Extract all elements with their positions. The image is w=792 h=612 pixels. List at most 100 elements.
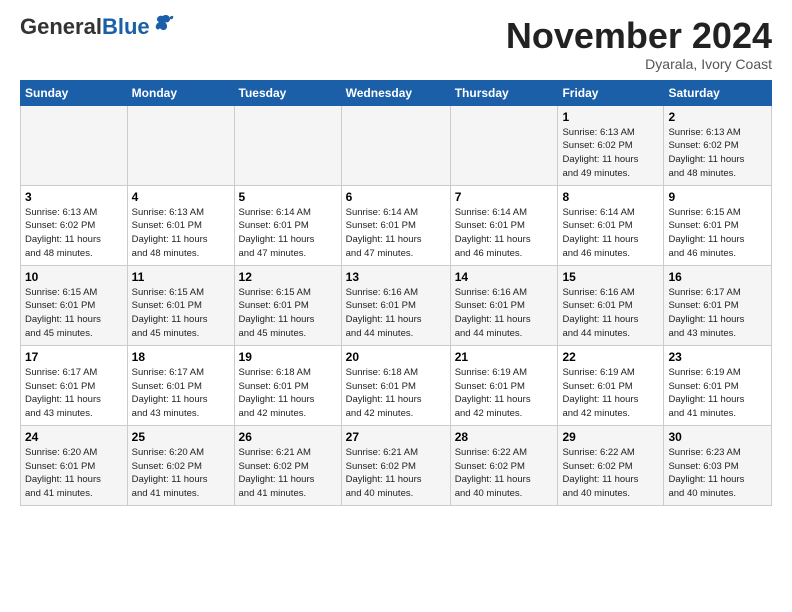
day-info: Sunrise: 6:23 AMSunset: 6:03 PMDaylight:…: [668, 446, 767, 501]
day-number: 5: [239, 190, 337, 204]
day-info: Sunrise: 6:15 AMSunset: 6:01 PMDaylight:…: [25, 286, 123, 341]
calendar-cell: 10 Sunrise: 6:15 AMSunset: 6:01 PMDayligh…: [21, 265, 128, 345]
bird-icon: [152, 12, 174, 34]
calendar-cell: 2 Sunrise: 6:13 AMSunset: 6:02 PMDaylight…: [664, 105, 772, 185]
logo: GeneralBlue: [20, 16, 174, 38]
calendar-cell: [450, 105, 558, 185]
day-number: 2: [668, 110, 767, 124]
day-info: Sunrise: 6:21 AMSunset: 6:02 PMDaylight:…: [239, 446, 337, 501]
day-info: Sunrise: 6:18 AMSunset: 6:01 PMDaylight:…: [239, 366, 337, 421]
calendar-cell: 18 Sunrise: 6:17 AMSunset: 6:01 PMDayligh…: [127, 345, 234, 425]
calendar-cell: 30 Sunrise: 6:23 AMSunset: 6:03 PMDayligh…: [664, 425, 772, 505]
calendar-cell: 19Sunrise: 6:18 AMSunset: 6:01 PMDayligh…: [234, 345, 341, 425]
day-number: 23: [668, 350, 767, 364]
calendar-cell: 11 Sunrise: 6:15 AMSunset: 6:01 PMDayligh…: [127, 265, 234, 345]
calendar-cell: 29 Sunrise: 6:22 AMSunset: 6:02 PMDayligh…: [558, 425, 664, 505]
day-number: 30: [668, 430, 767, 444]
weekday-header-monday: Monday: [127, 80, 234, 105]
calendar-body: 1Sunrise: 6:13 AMSunset: 6:02 PMDaylight…: [21, 105, 772, 505]
calendar-week-4: 17 Sunrise: 6:17 AMSunset: 6:01 PMDayligh…: [21, 345, 772, 425]
calendar-cell: 25Sunrise: 6:20 AMSunset: 6:02 PMDayligh…: [127, 425, 234, 505]
calendar-cell: 4 Sunrise: 6:13 AMSunset: 6:01 PMDaylight…: [127, 185, 234, 265]
calendar-cell: 27 Sunrise: 6:21 AMSunset: 6:02 PMDayligh…: [341, 425, 450, 505]
calendar-week-1: 1Sunrise: 6:13 AMSunset: 6:02 PMDaylight…: [21, 105, 772, 185]
calendar-table: SundayMondayTuesdayWednesdayThursdayFrid…: [20, 80, 772, 506]
calendar-cell: [234, 105, 341, 185]
day-number: 11: [132, 270, 230, 284]
day-info: Sunrise: 6:15 AMSunset: 6:01 PMDaylight:…: [668, 206, 767, 261]
calendar-cell: 28 Sunrise: 6:22 AMSunset: 6:02 PMDayligh…: [450, 425, 558, 505]
day-info: Sunrise: 6:13 AMSunset: 6:02 PMDaylight:…: [668, 126, 767, 181]
day-info: Sunrise: 6:22 AMSunset: 6:02 PMDaylight:…: [562, 446, 659, 501]
calendar-week-3: 10 Sunrise: 6:15 AMSunset: 6:01 PMDayligh…: [21, 265, 772, 345]
day-number: 26: [239, 430, 337, 444]
day-info: Sunrise: 6:22 AMSunset: 6:02 PMDaylight:…: [455, 446, 554, 501]
day-number: 20: [346, 350, 446, 364]
day-info: Sunrise: 6:19 AMSunset: 6:01 PMDaylight:…: [455, 366, 554, 421]
day-info: Sunrise: 6:17 AMSunset: 6:01 PMDaylight:…: [132, 366, 230, 421]
day-number: 7: [455, 190, 554, 204]
calendar-cell: 9 Sunrise: 6:15 AMSunset: 6:01 PMDaylight…: [664, 185, 772, 265]
weekday-header-thursday: Thursday: [450, 80, 558, 105]
day-number: 8: [562, 190, 659, 204]
day-number: 10: [25, 270, 123, 284]
calendar-cell: 1Sunrise: 6:13 AMSunset: 6:02 PMDaylight…: [558, 105, 664, 185]
day-info: Sunrise: 6:14 AMSunset: 6:01 PMDaylight:…: [455, 206, 554, 261]
day-number: 17: [25, 350, 123, 364]
day-number: 21: [455, 350, 554, 364]
title-block: November 2024 Dyarala, Ivory Coast: [506, 16, 772, 72]
day-info: Sunrise: 6:13 AMSunset: 6:01 PMDaylight:…: [132, 206, 230, 261]
calendar-cell: 13 Sunrise: 6:16 AMSunset: 6:01 PMDayligh…: [341, 265, 450, 345]
day-number: 3: [25, 190, 123, 204]
day-number: 13: [346, 270, 446, 284]
page: GeneralBlue November 2024 Dyarala, Ivory…: [0, 0, 792, 516]
day-info: Sunrise: 6:16 AMSunset: 6:01 PMDaylight:…: [562, 286, 659, 341]
day-info: Sunrise: 6:16 AMSunset: 6:01 PMDaylight:…: [346, 286, 446, 341]
day-number: 29: [562, 430, 659, 444]
calendar-cell: 20 Sunrise: 6:18 AMSunset: 6:01 PMDayligh…: [341, 345, 450, 425]
calendar-cell: [21, 105, 128, 185]
day-info: Sunrise: 6:14 AMSunset: 6:01 PMDaylight:…: [239, 206, 337, 261]
day-info: Sunrise: 6:20 AMSunset: 6:01 PMDaylight:…: [25, 446, 123, 501]
day-number: 9: [668, 190, 767, 204]
month-title: November 2024: [506, 16, 772, 56]
calendar-cell: 21 Sunrise: 6:19 AMSunset: 6:01 PMDayligh…: [450, 345, 558, 425]
calendar-cell: 26 Sunrise: 6:21 AMSunset: 6:02 PMDayligh…: [234, 425, 341, 505]
day-number: 16: [668, 270, 767, 284]
day-info: Sunrise: 6:13 AMSunset: 6:02 PMDaylight:…: [562, 126, 659, 181]
calendar-cell: 7 Sunrise: 6:14 AMSunset: 6:01 PMDaylight…: [450, 185, 558, 265]
day-number: 4: [132, 190, 230, 204]
weekday-header-wednesday: Wednesday: [341, 80, 450, 105]
calendar-header: SundayMondayTuesdayWednesdayThursdayFrid…: [21, 80, 772, 105]
weekday-header-friday: Friday: [558, 80, 664, 105]
day-info: Sunrise: 6:16 AMSunset: 6:01 PMDaylight:…: [455, 286, 554, 341]
calendar-cell: 14Sunrise: 6:16 AMSunset: 6:01 PMDayligh…: [450, 265, 558, 345]
calendar-week-2: 3Sunrise: 6:13 AMSunset: 6:02 PMDaylight…: [21, 185, 772, 265]
weekday-header-tuesday: Tuesday: [234, 80, 341, 105]
day-info: Sunrise: 6:15 AMSunset: 6:01 PMDaylight:…: [132, 286, 230, 341]
day-number: 18: [132, 350, 230, 364]
day-number: 25: [132, 430, 230, 444]
calendar-cell: 23Sunrise: 6:19 AMSunset: 6:01 PMDayligh…: [664, 345, 772, 425]
day-number: 15: [562, 270, 659, 284]
calendar-cell: 5 Sunrise: 6:14 AMSunset: 6:01 PMDaylight…: [234, 185, 341, 265]
day-number: 28: [455, 430, 554, 444]
day-info: Sunrise: 6:21 AMSunset: 6:02 PMDaylight:…: [346, 446, 446, 501]
location: Dyarala, Ivory Coast: [506, 56, 772, 72]
calendar-cell: 16Sunrise: 6:17 AMSunset: 6:01 PMDayligh…: [664, 265, 772, 345]
logo-general: GeneralBlue: [20, 16, 150, 38]
day-info: Sunrise: 6:14 AMSunset: 6:01 PMDaylight:…: [562, 206, 659, 261]
calendar-cell: 24 Sunrise: 6:20 AMSunset: 6:01 PMDayligh…: [21, 425, 128, 505]
calendar-cell: 6Sunrise: 6:14 AMSunset: 6:01 PMDaylight…: [341, 185, 450, 265]
day-number: 27: [346, 430, 446, 444]
header: GeneralBlue November 2024 Dyarala, Ivory…: [20, 16, 772, 72]
day-info: Sunrise: 6:19 AMSunset: 6:01 PMDaylight:…: [562, 366, 659, 421]
calendar-cell: 8 Sunrise: 6:14 AMSunset: 6:01 PMDaylight…: [558, 185, 664, 265]
day-number: 24: [25, 430, 123, 444]
calendar-cell: 15 Sunrise: 6:16 AMSunset: 6:01 PMDayligh…: [558, 265, 664, 345]
day-info: Sunrise: 6:17 AMSunset: 6:01 PMDaylight:…: [25, 366, 123, 421]
calendar-cell: 3Sunrise: 6:13 AMSunset: 6:02 PMDaylight…: [21, 185, 128, 265]
day-info: Sunrise: 6:14 AMSunset: 6:01 PMDaylight:…: [346, 206, 446, 261]
day-info: Sunrise: 6:18 AMSunset: 6:01 PMDaylight:…: [346, 366, 446, 421]
calendar-week-5: 24 Sunrise: 6:20 AMSunset: 6:01 PMDayligh…: [21, 425, 772, 505]
